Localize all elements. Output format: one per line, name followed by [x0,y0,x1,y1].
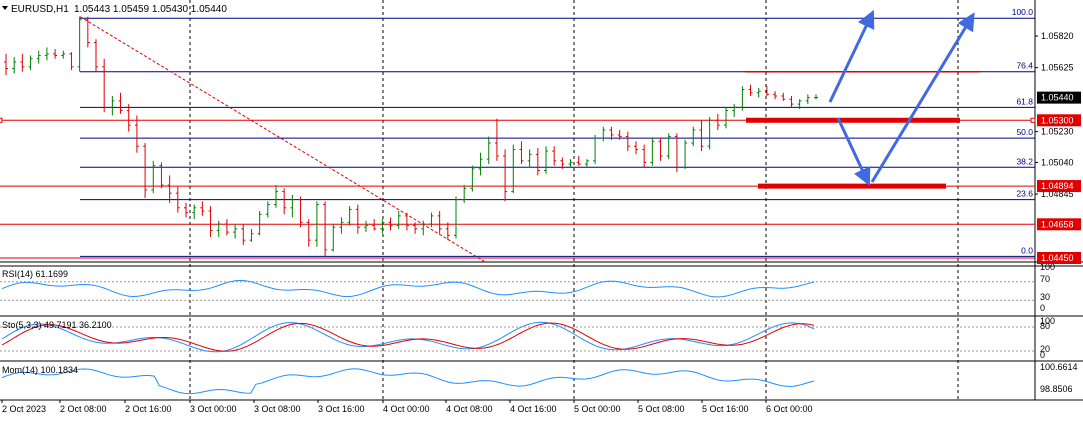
fib-level-label: 38.2 [1016,156,1033,166]
mom-tick-label: 98.8506 [1040,384,1073,394]
projection-arrow[interactable] [828,9,875,103]
fib-level-label: 50.0 [1016,127,1033,137]
rsi-tick-label: 70 [1040,274,1050,284]
current-price-label: 1.05440 [1041,93,1074,103]
ohlc-label: 1.05443 1.05459 1.05430 1.05440 [74,4,227,15]
time-tick-label: 5 Oct 08:00 [638,404,685,414]
fibonacci-retracement[interactable]: 100.0 76.4 61.8 50.0 38.2 23.6 0.0 [80,7,1035,257]
fib-level-label: 61.8 [1016,96,1033,106]
level-price-label: 1.04894 [1041,181,1074,191]
mom-tick-label: 100.6614 [1040,362,1078,372]
fib-level-label: 100.0 [1012,7,1034,17]
mom-label: Mom(14) 100.1834 [2,365,78,375]
fib-level-label: 23.6 [1016,189,1033,199]
indicator-line [1,368,815,395]
time-tick-label: 5 Oct 00:00 [574,404,621,414]
drawings-layer[interactable] [745,9,980,189]
rsi-tick-label: 30 [1040,292,1050,302]
price-tick-label: 1.05230 [1041,127,1074,137]
time-tick-label: 2 Oct 2023 [2,404,46,414]
sto-tick-label: 0 [1040,350,1045,360]
indicator-panes: 1007030010080200100.661498.8506 [0,262,1078,395]
time-axis: 2 Oct 2023 2 Oct 08:00 2 Oct 16:00 3 Oct 00… [1,400,813,414]
chart-window[interactable]: 100.0 76.4 61.8 50.0 38.2 23.6 0.0 100 70 30 0 100… [0,0,1083,420]
line-anchor-marker[interactable] [0,117,3,123]
time-tick-label: 4 Oct 16:00 [510,404,557,414]
rsi-tick-label: 0 [1040,303,1045,313]
indicator-line [1,279,815,298]
candles-layer [4,16,818,257]
time-tick-label: 4 Oct 08:00 [446,404,493,414]
fib-level-label: 0.0 [1021,245,1033,255]
projection-arrow[interactable] [870,12,975,183]
time-tick-label: 3 Oct 16:00 [318,404,365,414]
fib-level-label: 76.4 [1016,61,1033,71]
chart-canvas[interactable]: 100.076.461.850.038.223.60.0 10070300100… [0,0,1083,420]
time-tick-label: 4 Oct 00:00 [383,404,430,414]
time-tick-label: 2 Oct 08:00 [60,404,107,414]
symbol-label: EURUSD,H1 [11,4,69,15]
sto-label: Sto(5,3,3) 49.7191 36.2100 [2,320,112,330]
rsi-label: RSI(14) 61.1699 [2,269,68,279]
triangle-down-icon[interactable] [2,6,8,10]
projection-arrow[interactable] [836,117,871,187]
price-tick-label: 1.05040 [1041,157,1074,167]
time-tick-label: 3 Oct 00:00 [190,404,237,414]
sto-tick-label: 80 [1040,321,1050,331]
level-price-label: 1.04658 [1041,219,1074,229]
time-tick-label: 3 Oct 08:00 [254,404,301,414]
price-tick-label: 1.05625 [1041,63,1074,73]
level-price-label: 1.04450 [1041,253,1074,263]
price-tick-label: 1.05820 [1041,31,1074,41]
time-tick-label: 2 Oct 16:00 [125,404,172,414]
time-tick-label: 5 Oct 16:00 [702,404,749,414]
line-anchor-marker[interactable] [1030,117,1036,123]
time-tick-label: 6 Oct 00:00 [766,404,813,414]
level-price-label: 1.05300 [1041,115,1074,125]
symbol-header: EURUSD,H1 1.05443 1.05459 1.05430 1.0544… [2,4,227,15]
price-axis: 1.058201.056251.052301.050401.048451.054… [1035,31,1081,264]
